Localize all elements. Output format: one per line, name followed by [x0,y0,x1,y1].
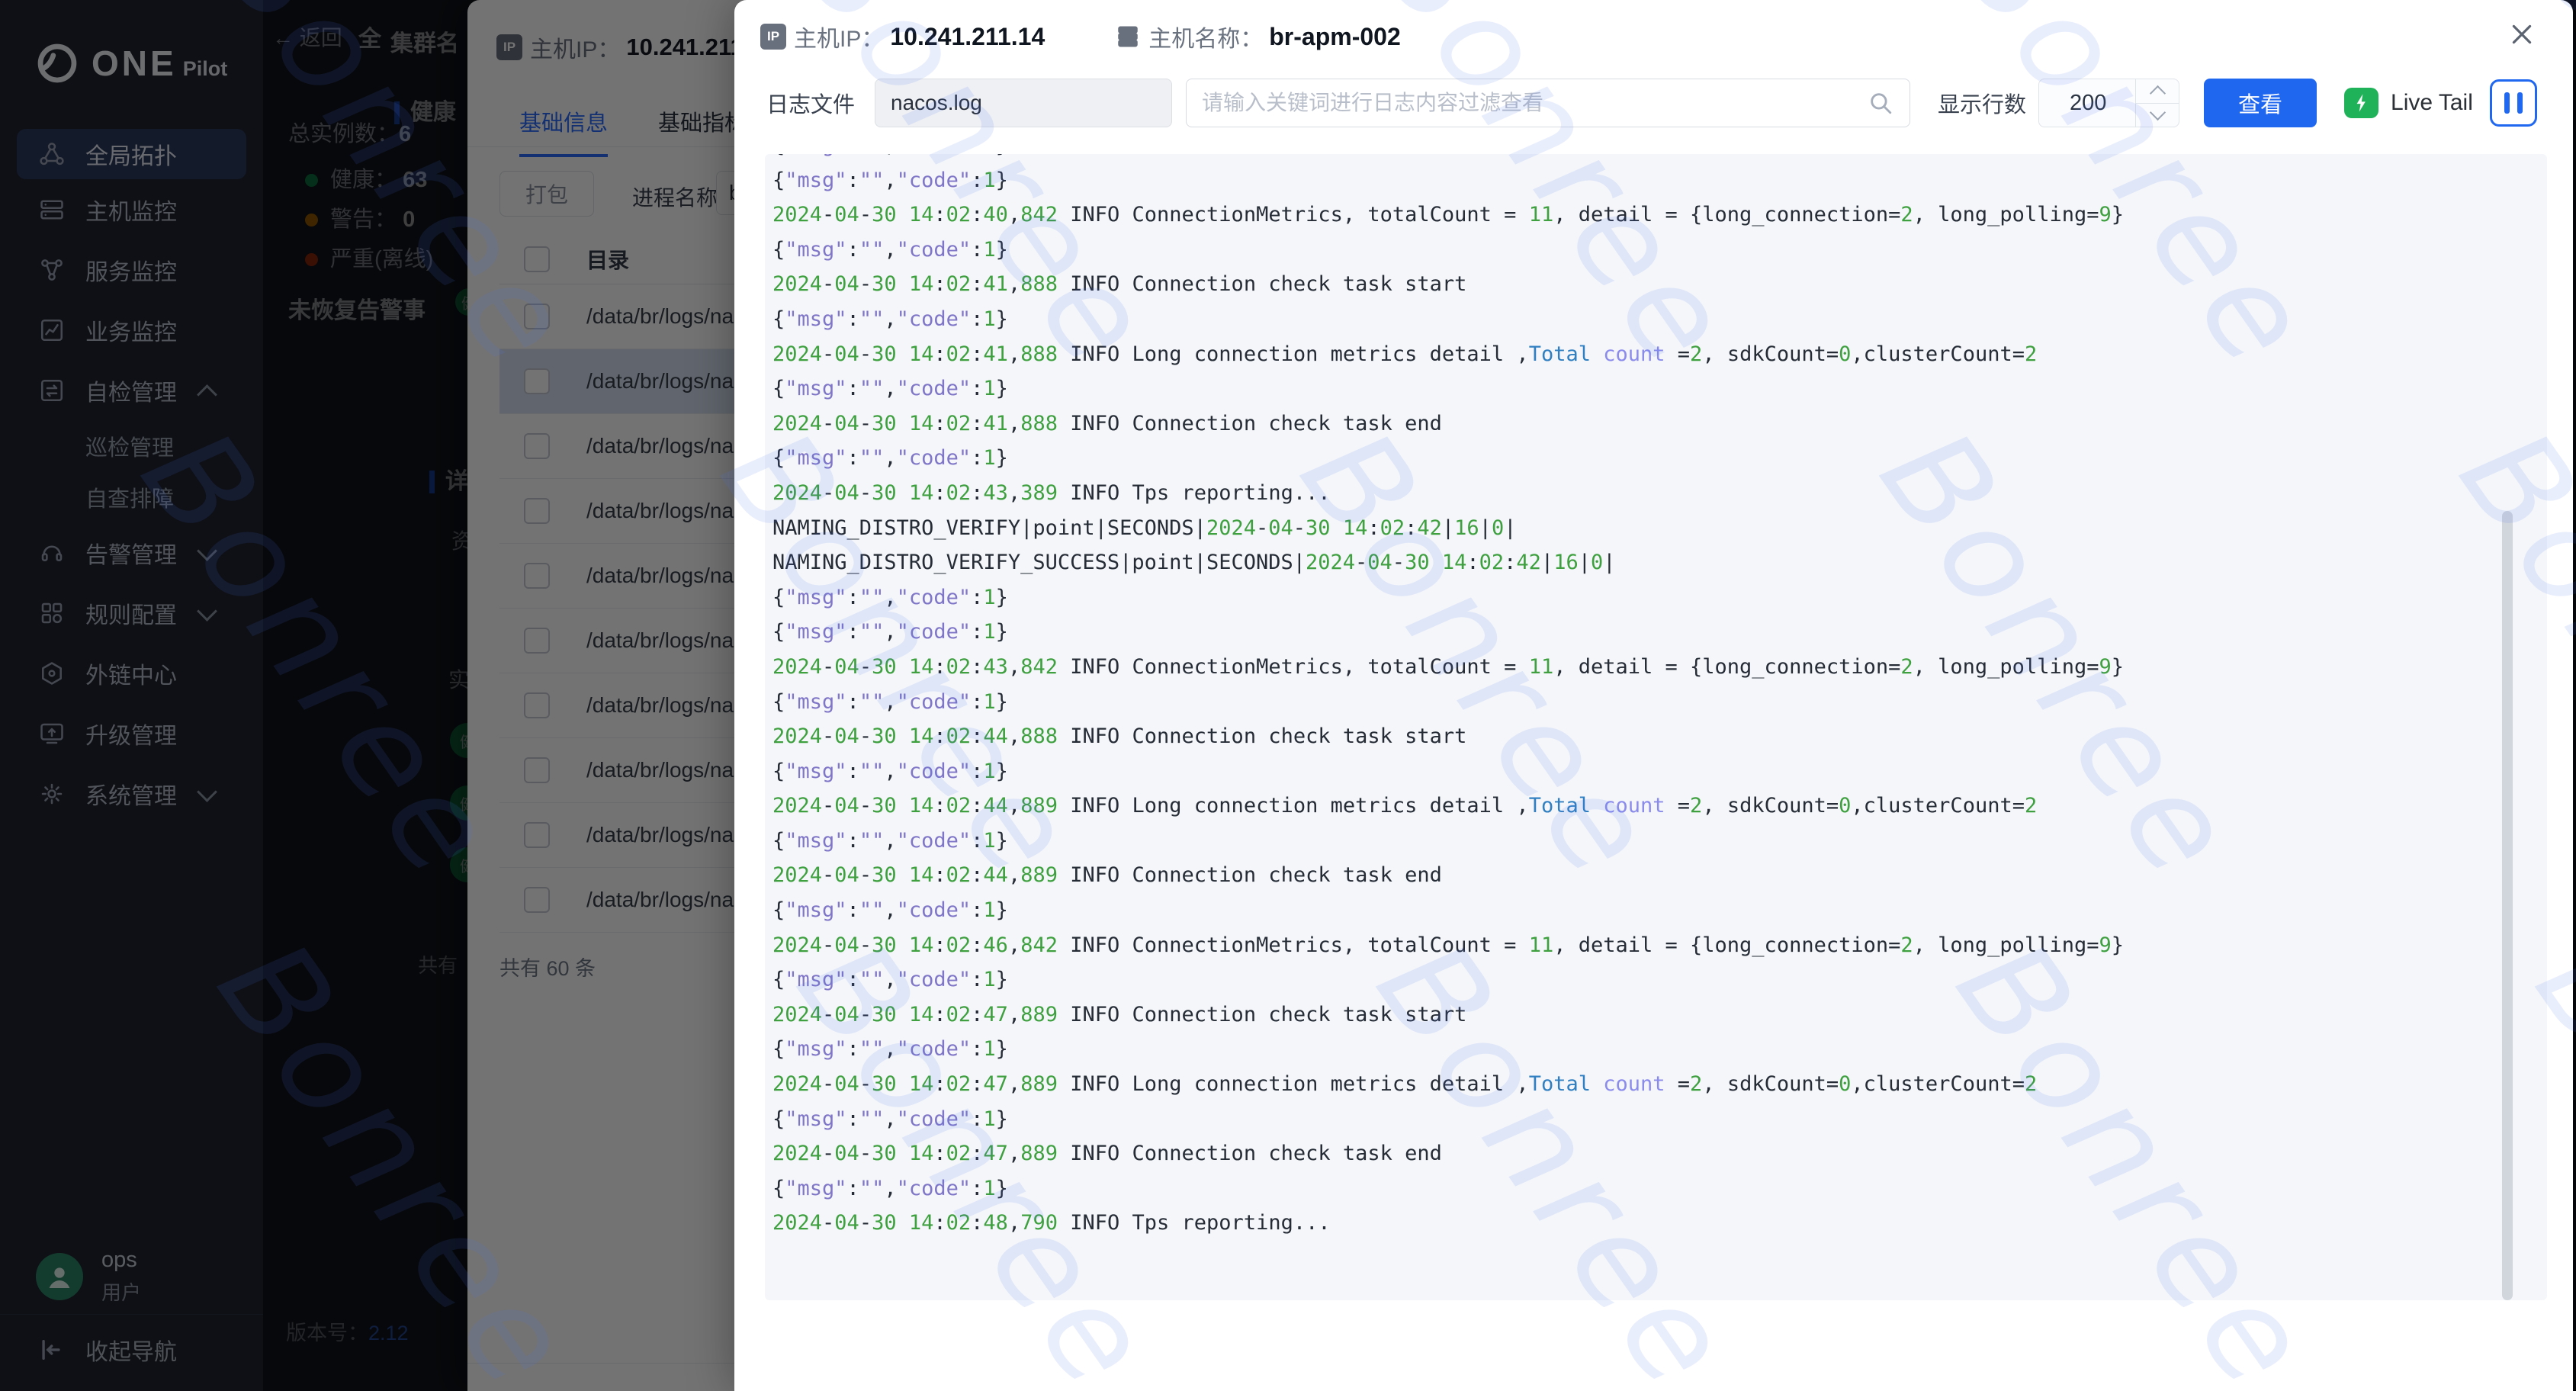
log-line: {"msg":"","code":1} [765,1171,2547,1206]
log-line: 2024-04-30 14:02:41,888 INFO Connection … [765,267,2547,302]
log-line: 2024-04-30 14:02:41,888 INFO Connection … [765,406,2547,442]
live-tail-icon[interactable] [2344,88,2378,118]
log-line: {"msg":"","code":1} [765,1032,2547,1067]
log-line: 2024-04-30 14:02:41,888 INFO Long connec… [765,337,2547,372]
log-line: 2024-04-30 14:02:47,889 INFO Connection … [765,1136,2547,1171]
log-line: NAMING_DISTRO_VERIFY|point|SECONDS|2024-… [765,511,2547,546]
log-line: 2024-04-30 14:02:40,842 INFO ConnectionM… [765,198,2547,233]
log-file-label: 日志文件 [766,87,855,119]
pause-button[interactable] [2490,79,2537,127]
host-ip-value: 10.241.211.14 [890,23,1045,51]
log-line: {"msg":"","code":1} [765,371,2547,406]
log-toolbar: 日志文件 显示行数 查看 [766,79,2537,127]
log-line: {"msg":"","code":1} [765,824,2547,859]
log-line: {"msg":"","code":1} [765,302,2547,337]
log-file-input[interactable] [875,79,1172,127]
host-name-label: 主机名称： [1148,20,1263,53]
stepper-down-button[interactable] [2136,104,2179,127]
log-line: {"msg":"","code":1} [765,962,2547,997]
lightning-icon [2351,92,2372,114]
log-line: {"msg":"","code":1} [765,893,2547,928]
lines-count-stepper [2038,79,2179,127]
close-button[interactable] [2506,18,2538,50]
log-line: 2024-04-30 14:02:43,842 INFO ConnectionM… [765,650,2547,685]
log-line: {"msg":"","code":1} [765,154,2547,163]
log-line: {"msg":"","code":1} [765,754,2547,789]
log-line: {"msg":"","code":1} [765,615,2547,650]
live-tail-label: Live Tail [2391,90,2473,116]
log-line: 2024-04-30 14:02:44,889 INFO Long connec… [765,789,2547,824]
log-output-area[interactable]: {"msg":"","code":1}{"msg":"","code":1}20… [765,154,2547,1300]
lines-count-input[interactable] [2039,79,2137,127]
log-line: {"msg":"","code":1} [765,580,2547,615]
pause-icon [2517,92,2523,114]
chevron-down-icon [2149,104,2165,120]
host-ip-label: 主机IP： [794,20,884,53]
log-line: 2024-04-30 14:02:47,889 INFO Connection … [765,997,2547,1033]
display-lines-label: 显示行数 [1938,87,2026,119]
log-line: {"msg":"","code":1} [765,1102,2547,1137]
log-line: 2024-04-30 14:02:44,888 INFO Connection … [765,719,2547,754]
log-lines: {"msg":"","code":1}{"msg":"","code":1}20… [765,154,2547,1241]
log-line: NAMING_DISTRO_VERIFY_SUCCESS|point|SECON… [765,545,2547,580]
server-icon [1115,24,1141,50]
log-scrollbar-thumb[interactable] [2502,511,2513,1300]
app-root: ONE Pilot 全局拓扑主机监控服务监控业务监控自检管理巡检管理自查排障告警… [0,0,2576,1391]
log-line: {"msg":"","code":1} [765,233,2547,268]
log-line: {"msg":"","code":1} [765,163,2547,198]
view-button[interactable]: 查看 [2204,79,2317,127]
log-line: 2024-04-30 14:02:46,842 INFO ConnectionM… [765,928,2547,963]
keyword-search-input[interactable] [1186,79,1910,127]
chevron-up-icon [2149,85,2165,101]
search-icon[interactable] [1868,90,1893,116]
pause-icon [2504,92,2510,114]
log-line: 2024-04-30 14:02:47,889 INFO Long connec… [765,1067,2547,1102]
stepper-up-button[interactable] [2136,79,2179,104]
modal-header: IP 主机IP： 10.241.211.14 主机名称： br-apm-002 [760,0,1401,73]
log-line: 2024-04-30 14:02:44,889 INFO Connection … [765,858,2547,893]
log-line: {"msg":"","code":1} [765,685,2547,720]
host-name-value: br-apm-002 [1269,23,1401,51]
close-icon [2508,21,2536,48]
log-line: {"msg":"","code":1} [765,441,2547,476]
log-line: 2024-04-30 14:02:43,389 INFO Tps reporti… [765,476,2547,511]
ip-badge-icon: IP [760,24,786,50]
log-line: 2024-04-30 14:02:48,790 INFO Tps reporti… [765,1206,2547,1241]
log-viewer-modal: IP 主机IP： 10.241.211.14 主机名称： br-apm-002 … [734,0,2573,1391]
